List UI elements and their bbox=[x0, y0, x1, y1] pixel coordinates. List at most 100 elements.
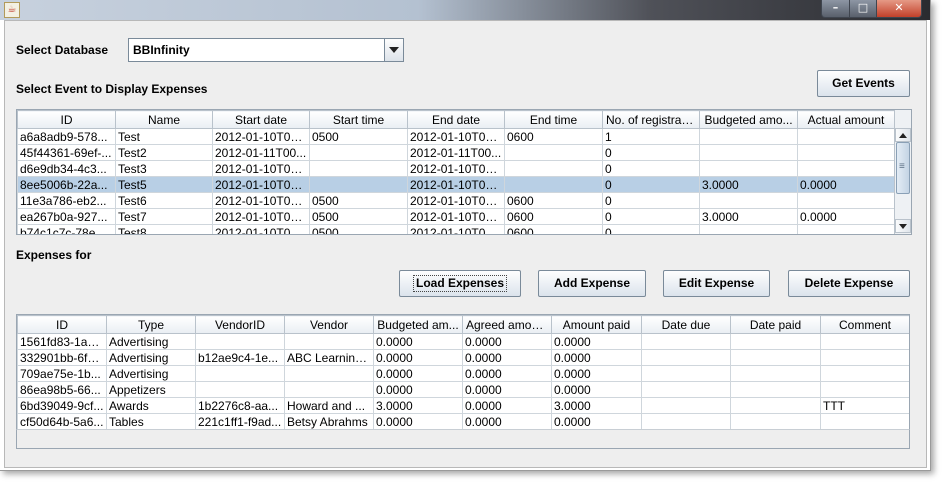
events-cell[interactable]: 0 bbox=[602, 224, 700, 234]
events-cell[interactable]: 2012-01-10T00... bbox=[407, 160, 505, 177]
expenses-table-row[interactable]: 1561fd83-1a8... Advertising 0.0000 0.0000 0.… bbox=[17, 333, 909, 350]
expenses-cell[interactable] bbox=[284, 333, 374, 350]
events-cell[interactable] bbox=[797, 224, 895, 234]
events-cell[interactable]: 0600 bbox=[504, 224, 603, 234]
expenses-cell[interactable]: 0.0000 bbox=[462, 381, 552, 398]
expenses-cell[interactable]: ABC Learning... bbox=[284, 349, 374, 366]
scroll-down-arrow-icon[interactable] bbox=[895, 219, 911, 233]
expenses-cell[interactable]: Howard and ... bbox=[284, 397, 374, 414]
scroll-up-arrow-icon[interactable] bbox=[895, 128, 911, 142]
expenses-cell[interactable]: 332901bb-6f6... bbox=[17, 349, 107, 366]
events-cell[interactable]: 2012-01-10T00... bbox=[407, 192, 505, 209]
expenses-table-row[interactable]: 6bd39049-9cf... Awards 1b2276c8-aa... Howar… bbox=[17, 397, 909, 414]
events-col-budgeted[interactable]: Budgeted amo... bbox=[699, 110, 798, 129]
expenses-table-row[interactable]: 86ea98b5-66... Appetizers 0.0000 0.0000 0.00… bbox=[17, 381, 909, 398]
events-cell[interactable]: 2012-01-11T00... bbox=[212, 144, 310, 161]
expenses-cell[interactable]: 1b2276c8-aa... bbox=[195, 397, 285, 414]
edit-expense-button[interactable]: Edit Expense bbox=[663, 270, 770, 297]
events-cell[interactable]: 2012-01-10T00... bbox=[212, 160, 310, 177]
expenses-cell[interactable]: 0.0000 bbox=[373, 365, 463, 382]
events-cell[interactable] bbox=[699, 160, 798, 177]
expenses-cell[interactable]: 0.0000 bbox=[373, 413, 463, 430]
events-col-actual[interactable]: Actual amount bbox=[797, 110, 895, 129]
expenses-cell[interactable]: 0.0000 bbox=[462, 413, 552, 430]
minimize-button[interactable]: – bbox=[821, 0, 850, 18]
expenses-cell[interactable] bbox=[641, 397, 731, 414]
events-cell[interactable]: 0600 bbox=[504, 208, 603, 225]
events-col-registrants[interactable]: No. of registrants bbox=[602, 110, 700, 129]
events-cell[interactable]: 2012-01-10T00... bbox=[407, 208, 505, 225]
add-expense-button[interactable]: Add Expense bbox=[538, 270, 646, 297]
events-cell[interactable]: ea267b0a-927... bbox=[17, 208, 116, 225]
events-cell[interactable]: 2012-01-11T00... bbox=[407, 144, 505, 161]
expenses-col-date-paid[interactable]: Date paid bbox=[730, 315, 821, 334]
events-cell[interactable]: 0600 bbox=[504, 128, 603, 145]
events-cell[interactable]: 0 bbox=[602, 176, 700, 193]
expenses-col-id[interactable]: ID bbox=[17, 315, 107, 334]
events-cell[interactable]: 3.0000 bbox=[699, 176, 798, 193]
events-cell[interactable]: 8ee5006b-22a... bbox=[17, 176, 116, 193]
events-cell[interactable]: 2012-01-10T00... bbox=[212, 128, 310, 145]
events-cell[interactable]: 1 bbox=[602, 128, 700, 145]
events-cell[interactable]: Test7 bbox=[115, 208, 213, 225]
events-cell[interactable]: 0500 bbox=[309, 128, 408, 145]
events-cell[interactable]: 0.0000 bbox=[797, 176, 895, 193]
expenses-cell[interactable]: Advertising bbox=[106, 349, 196, 366]
expenses-cell[interactable]: Advertising bbox=[106, 333, 196, 350]
expenses-cell[interactable] bbox=[195, 381, 285, 398]
expenses-cell[interactable] bbox=[820, 413, 909, 430]
database-select[interactable]: BBInfinity bbox=[128, 38, 404, 62]
events-cell[interactable]: 45f44361-69ef-... bbox=[17, 144, 116, 161]
events-cell[interactable]: 2012-01-10T00... bbox=[212, 208, 310, 225]
events-cell[interactable]: b74c1c7c-78e... bbox=[17, 224, 116, 234]
expenses-cell[interactable] bbox=[730, 381, 821, 398]
expenses-cell[interactable] bbox=[730, 397, 821, 414]
expenses-col-paid[interactable]: Amount paid bbox=[551, 315, 642, 334]
expenses-col-date-due[interactable]: Date due bbox=[641, 315, 731, 334]
expenses-cell[interactable]: 0.0000 bbox=[551, 413, 642, 430]
expenses-table-row[interactable]: 709ae75e-1b... Advertising 0.0000 0.0000 0.0… bbox=[17, 365, 909, 382]
expenses-cell[interactable]: 0.0000 bbox=[373, 381, 463, 398]
expenses-cell[interactable]: 1561fd83-1a8... bbox=[17, 333, 107, 350]
events-cell[interactable] bbox=[699, 128, 798, 145]
events-cell[interactable] bbox=[309, 144, 408, 161]
expenses-cell[interactable]: Betsy Abrahms bbox=[284, 413, 374, 430]
expenses-horizontal-scroll-area[interactable] bbox=[16, 429, 910, 449]
expenses-cell[interactable]: cf50d64b-5a6... bbox=[17, 413, 107, 430]
expenses-cell[interactable]: 709ae75e-1b... bbox=[17, 365, 107, 382]
expenses-cell[interactable]: Appetizers bbox=[106, 381, 196, 398]
get-events-button[interactable]: Get Events bbox=[817, 70, 910, 97]
expenses-cell[interactable]: 0.0000 bbox=[551, 381, 642, 398]
expenses-cell[interactable]: 0.0000 bbox=[373, 349, 463, 366]
events-cell[interactable]: Test bbox=[115, 128, 213, 145]
expenses-cell[interactable] bbox=[820, 381, 909, 398]
events-cell[interactable] bbox=[797, 144, 895, 161]
events-table-row[interactable]: 11e3a786-eb2... Test6 2012-01-10T00... 0500… bbox=[17, 192, 895, 209]
expenses-cell[interactable]: 6bd39049-9cf... bbox=[17, 397, 107, 414]
expenses-cell[interactable] bbox=[641, 333, 731, 350]
events-cell[interactable] bbox=[797, 160, 895, 177]
expenses-cell[interactable]: 0.0000 bbox=[462, 397, 552, 414]
expenses-cell[interactable] bbox=[820, 333, 909, 350]
expenses-table-row[interactable]: cf50d64b-5a6... Tables 221c1ff1-f9ad... Bet… bbox=[17, 413, 909, 430]
expenses-cell[interactable] bbox=[284, 381, 374, 398]
expenses-cell[interactable]: 0.0000 bbox=[462, 365, 552, 382]
expenses-cell[interactable]: 3.0000 bbox=[551, 397, 642, 414]
events-cell[interactable] bbox=[504, 144, 603, 161]
events-table-row[interactable]: 8ee5006b-22a... Test5 2012-01-10T00... 2012… bbox=[17, 176, 895, 193]
expenses-col-budgeted[interactable]: Budgeted am... bbox=[373, 315, 463, 334]
expenses-cell[interactable]: Awards bbox=[106, 397, 196, 414]
expenses-cell[interactable]: 3.0000 bbox=[373, 397, 463, 414]
expenses-cell[interactable]: 0.0000 bbox=[551, 365, 642, 382]
expenses-table-row[interactable]: 332901bb-6f6... Advertising b12ae9c4-1e...… bbox=[17, 349, 909, 366]
events-table-row[interactable]: ea267b0a-927... Test7 2012-01-10T00... 0500… bbox=[17, 208, 895, 225]
expenses-cell[interactable] bbox=[641, 349, 731, 366]
expenses-cell[interactable]: 0.0000 bbox=[551, 333, 642, 350]
expenses-cell[interactable] bbox=[284, 365, 374, 382]
events-cell[interactable]: 0 bbox=[602, 208, 700, 225]
close-button[interactable]: ✕ bbox=[876, 0, 922, 18]
events-col-start-date[interactable]: Start date bbox=[212, 110, 310, 129]
expenses-cell[interactable] bbox=[730, 349, 821, 366]
events-cell[interactable]: 11e3a786-eb2... bbox=[17, 192, 116, 209]
events-cell[interactable]: 0.0000 bbox=[797, 208, 895, 225]
